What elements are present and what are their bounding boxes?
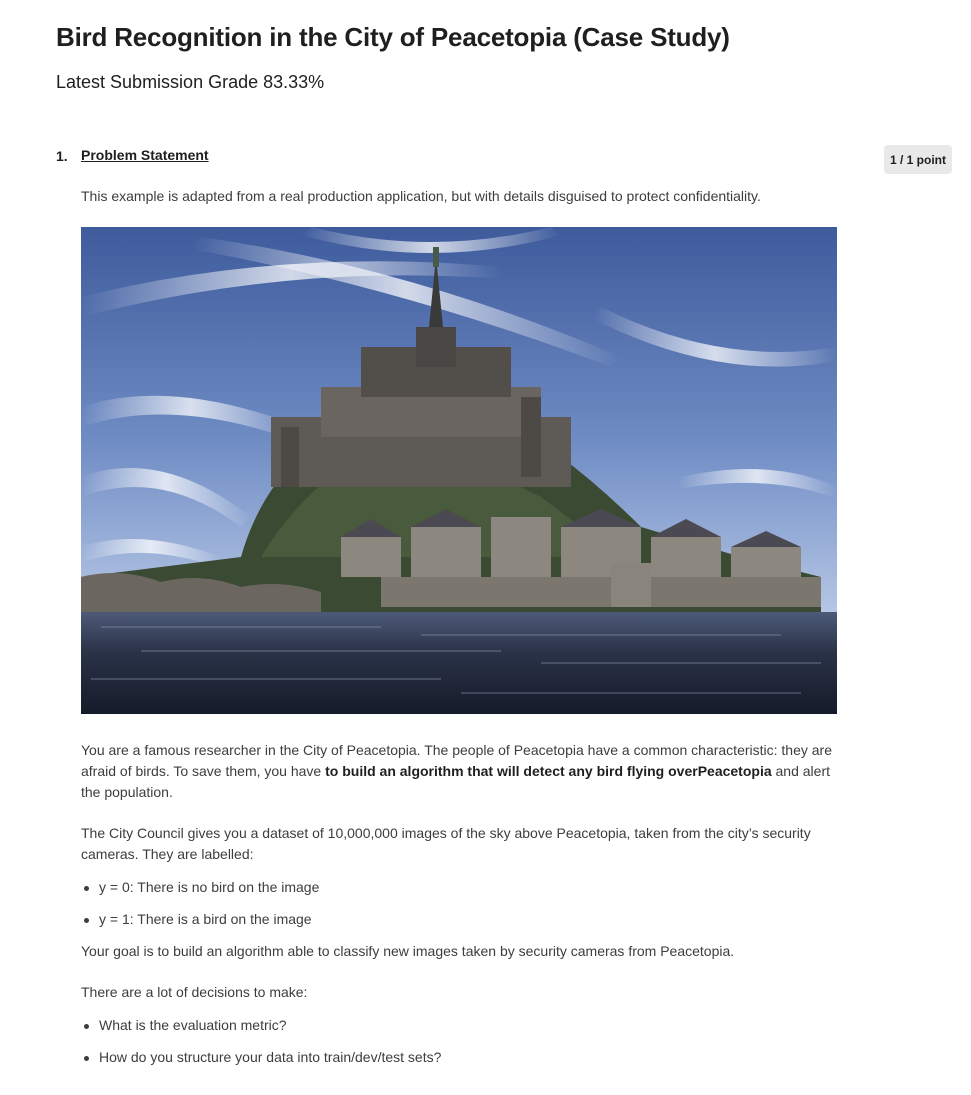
scenario-goal-bold: to build an algorithm that will detect a… <box>325 763 772 779</box>
decision-list: What is the evaluation metric? How do yo… <box>81 1015 841 1068</box>
question-title: Problem Statement <box>81 147 209 163</box>
question-number: 1. <box>56 148 68 164</box>
label-list: y = 0: There is no bird on the image y =… <box>81 877 841 930</box>
decisions-paragraph: There are a lot of decisions to make: <box>81 984 308 1000</box>
scenario-paragraph: You are a famous researcher in the City … <box>81 740 841 803</box>
goal-paragraph: Your goal is to build an algorithm able … <box>81 943 735 959</box>
list-item: y = 1: There is a bird on the image <box>84 909 841 930</box>
castle-photo <box>81 227 837 714</box>
list-item: What is the evaluation metric? <box>84 1015 841 1036</box>
points-badge: 1 / 1 point <box>884 145 952 174</box>
question-intro: This example is adapted from a real prod… <box>81 188 761 204</box>
dataset-paragraph: The City Council gives you a dataset of … <box>81 825 811 862</box>
latest-submission-grade: Latest Submission Grade 83.33% <box>56 72 325 92</box>
page-title: Bird Recognition in the City of Peacetop… <box>56 22 730 52</box>
list-item: How do you structure your data into trai… <box>84 1047 841 1068</box>
list-item: y = 0: There is no bird on the image <box>84 877 841 898</box>
question-body: This example is adapted from a real prod… <box>81 186 841 1079</box>
